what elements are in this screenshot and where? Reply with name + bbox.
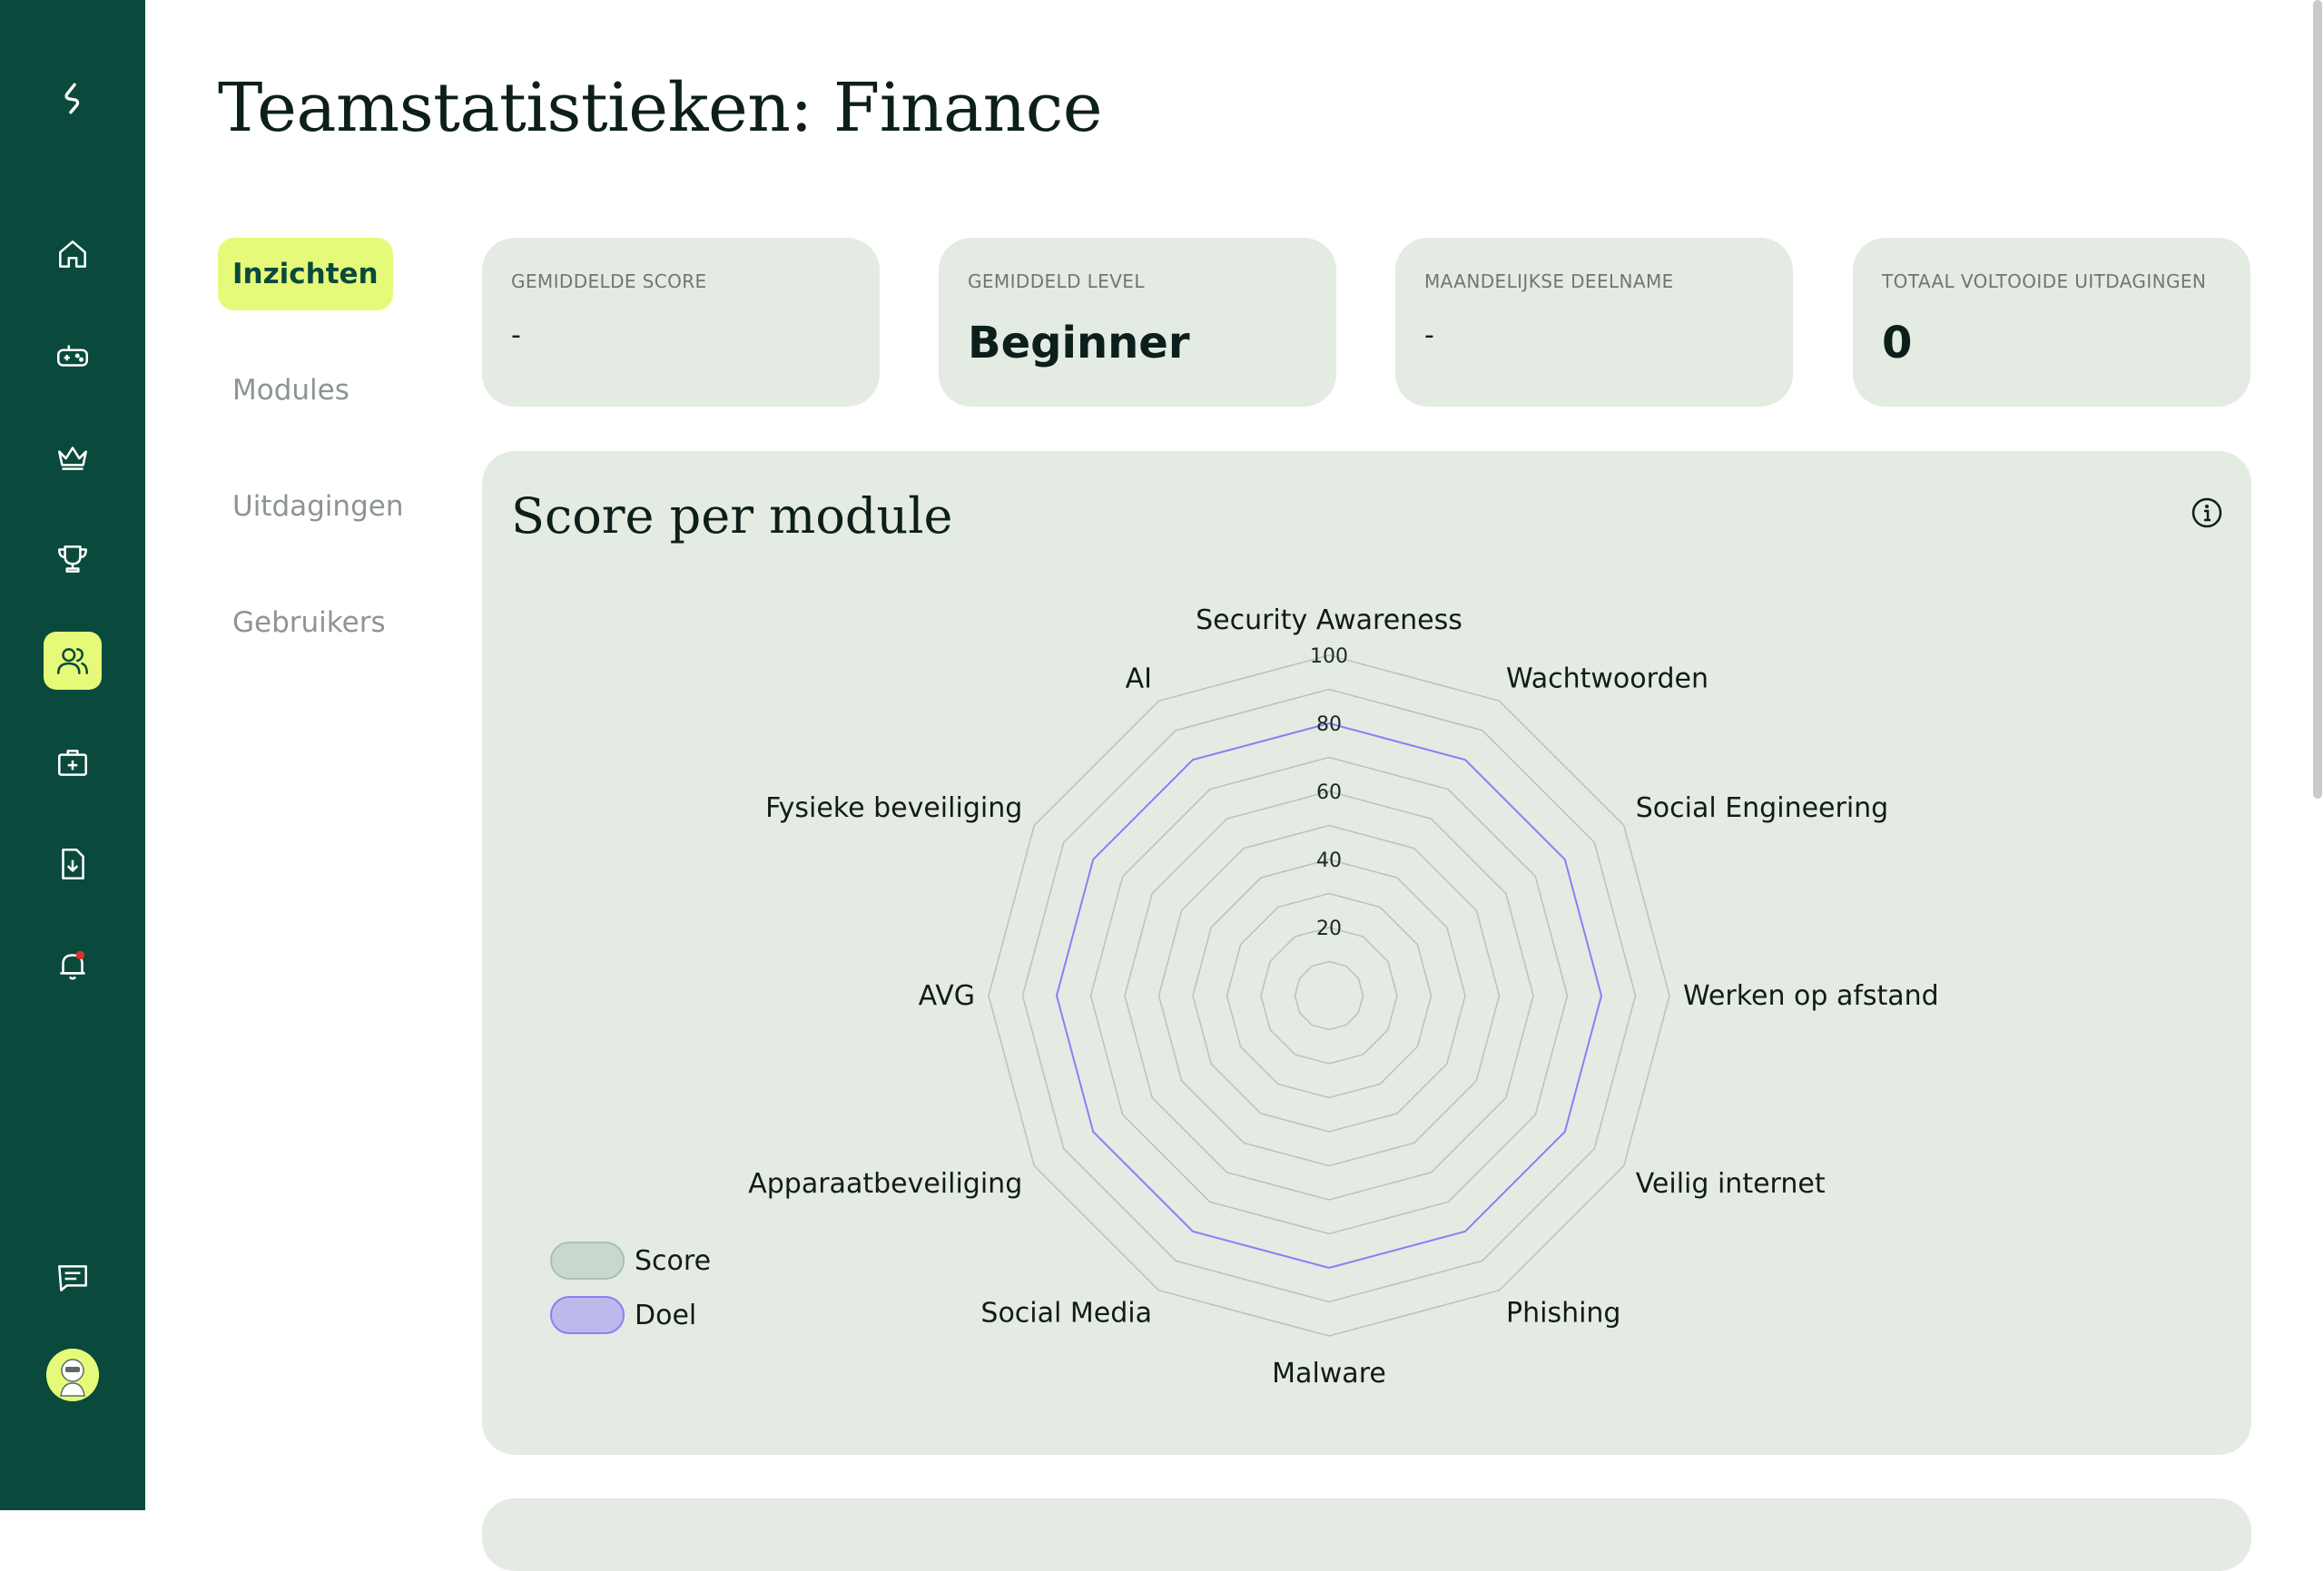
- sidebar: [0, 0, 145, 1510]
- axis-label: Malware: [1272, 1358, 1386, 1389]
- gamepad-icon[interactable]: [44, 327, 102, 385]
- axis-label: AI: [1126, 663, 1152, 694]
- axis-label: Wachtwoorden: [1506, 663, 1709, 694]
- axis-label: Werken op afstand: [1683, 980, 1939, 1012]
- stat-value: -: [511, 319, 521, 351]
- home-icon[interactable]: [44, 225, 102, 283]
- axis-label: Social Media: [980, 1298, 1152, 1330]
- subnav-item-inzichten[interactable]: Inzichten: [218, 238, 393, 310]
- legend-label: Score: [635, 1245, 711, 1277]
- tick-label: 60: [1316, 781, 1342, 804]
- stat-label: MAANDELIJKSE DEELNAME: [1424, 270, 1674, 292]
- user-avatar[interactable]: [46, 1349, 99, 1401]
- grid-ring: [1056, 722, 1602, 1269]
- trophy-icon[interactable]: [44, 530, 102, 588]
- crown-icon[interactable]: [44, 428, 102, 486]
- tick-label: 80: [1316, 713, 1342, 736]
- legend-swatch: [550, 1242, 625, 1280]
- axis-label: Apparaatbeveiliging: [748, 1168, 1022, 1200]
- stat-card-average-level: GEMIDDELD LEVEL Beginner: [939, 238, 1336, 407]
- next-panel: [482, 1498, 2251, 1571]
- first-aid-kit-icon[interactable]: [44, 733, 102, 791]
- stat-card-monthly-participation: MAANDELIJKSE DEELNAME -: [1395, 238, 1793, 407]
- grid-ring: [1089, 756, 1569, 1235]
- legend-swatch: [550, 1296, 625, 1334]
- axis-label: Phishing: [1506, 1298, 1620, 1330]
- subnav-item-uitdagingen[interactable]: Uitdagingen: [218, 470, 418, 543]
- tick-label: 20: [1316, 918, 1342, 940]
- bell-icon[interactable]: [44, 937, 102, 995]
- grid-ring: [1260, 927, 1398, 1065]
- stat-label: TOTAAL VOLTOOIDE UITDAGINGEN: [1882, 270, 2207, 292]
- stat-card-average-score: GEMIDDELDE SCORE -: [482, 238, 880, 407]
- axis-label: Fysieke beveiliging: [765, 792, 1022, 824]
- stat-label: GEMIDDELDE SCORE: [511, 270, 707, 292]
- series-doel: [1055, 722, 1603, 1270]
- stat-label: GEMIDDELD LEVEL: [968, 270, 1145, 292]
- stat-card-total-challenges: TOTAAL VOLTOOIDE UITDAGINGEN 0: [1853, 238, 2250, 407]
- logo-icon[interactable]: [44, 69, 102, 127]
- tick-label: 100: [1310, 645, 1348, 668]
- stat-value: Beginner: [968, 318, 1190, 368]
- axis-label: Social Engineering: [1636, 792, 1888, 824]
- team-icon[interactable]: [44, 632, 102, 690]
- subnav-item-modules[interactable]: Modules: [218, 354, 364, 427]
- grid-ring: [1157, 824, 1501, 1167]
- notification-badge: [75, 950, 85, 960]
- grid-ring: [1294, 960, 1364, 1031]
- scrollbar[interactable]: [2313, 0, 2322, 799]
- stat-value: -: [1424, 319, 1434, 351]
- page-title: Teamstatistieken: Finance: [218, 69, 1103, 147]
- axis-label: Security Awareness: [1196, 604, 1462, 636]
- legend-label: Doel: [635, 1300, 696, 1331]
- radar-chart: 20 40 60 80 100 Security Awareness Wachtwoorde…: [550, 604, 1939, 1389]
- axis-label: AVG: [919, 980, 975, 1012]
- score-per-module-panel: Score per module 20 40 60 80 100 Security Awa…: [482, 451, 2251, 1455]
- file-download-icon[interactable]: [44, 835, 102, 893]
- grid-ring: [1192, 859, 1466, 1133]
- stat-value: 0: [1882, 318, 1913, 368]
- tick-label: 40: [1316, 849, 1342, 872]
- chat-icon[interactable]: [44, 1249, 102, 1307]
- axis-label: Veilig internet: [1636, 1168, 1826, 1200]
- subnav-item-gebruikers[interactable]: Gebruikers: [218, 586, 400, 659]
